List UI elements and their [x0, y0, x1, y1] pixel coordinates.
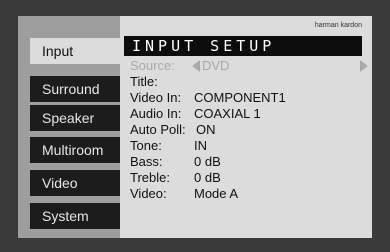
setting-label: Audio In:	[130, 106, 182, 121]
setting-label: Bass:	[130, 154, 163, 169]
setting-value: IN	[194, 138, 207, 153]
setting-value: 0 dB	[194, 170, 221, 185]
menu-item-label: Multiroom	[42, 142, 104, 158]
on-screen-menu: Input Surround Speaker Multiroom Video S…	[18, 16, 372, 238]
page-title: INPUT SETUP	[124, 36, 362, 56]
setting-value: Mode A	[194, 186, 239, 201]
menu-item-input[interactable]: Input	[30, 38, 124, 64]
setting-value: ON	[196, 122, 216, 137]
setting-label: Video:	[130, 186, 167, 201]
menu-item-speaker[interactable]: Speaker	[30, 105, 124, 131]
setting-row-video[interactable]: Video: Mode A	[130, 186, 360, 202]
menu-item-video[interactable]: Video	[30, 170, 124, 196]
menu-item-label: Video	[42, 175, 78, 191]
brand-logo: harman kardon	[314, 22, 362, 29]
menu-item-label: Surround	[42, 81, 100, 97]
setting-row-title[interactable]: Title:	[130, 74, 360, 90]
menu-item-label: System	[42, 208, 89, 224]
setting-row-video-in[interactable]: Video In: COMPONENT1	[130, 90, 360, 106]
menu-item-system[interactable]: System	[30, 203, 124, 229]
setting-label: Tone:	[130, 138, 162, 153]
setting-label: Treble:	[130, 170, 170, 185]
setting-label: Auto Poll:	[130, 122, 186, 137]
setting-row-bass[interactable]: Bass: 0 dB	[130, 154, 360, 170]
setting-value: 0 dB	[194, 154, 221, 169]
menu-item-multiroom[interactable]: Multiroom	[30, 137, 124, 163]
menu-item-label: Speaker	[42, 110, 95, 126]
arrow-left-icon[interactable]	[192, 60, 200, 72]
setting-label: Video In:	[130, 90, 182, 105]
source-selector[interactable]: Source: DVD	[130, 58, 368, 74]
menu-item-surround[interactable]: Surround	[30, 76, 124, 102]
setting-label: Title:	[130, 74, 158, 89]
setting-value: COMPONENT1	[194, 90, 286, 105]
arrow-right-icon[interactable]	[360, 60, 368, 72]
source-label: Source:	[130, 58, 175, 73]
menu-item-label: Input	[42, 43, 74, 59]
setting-row-treble[interactable]: Treble: 0 dB	[130, 170, 360, 186]
setting-row-tone[interactable]: Tone: IN	[130, 138, 360, 154]
setting-row-audio-in[interactable]: Audio In: COAXIAL 1	[130, 106, 360, 122]
setting-row-auto-poll[interactable]: Auto Poll: ON	[130, 122, 360, 138]
setting-value: COAXIAL 1	[194, 106, 261, 121]
source-value: DVD	[202, 58, 230, 73]
settings-panel: harman kardon INPUT SETUP Source: DVD Ti…	[120, 16, 372, 238]
